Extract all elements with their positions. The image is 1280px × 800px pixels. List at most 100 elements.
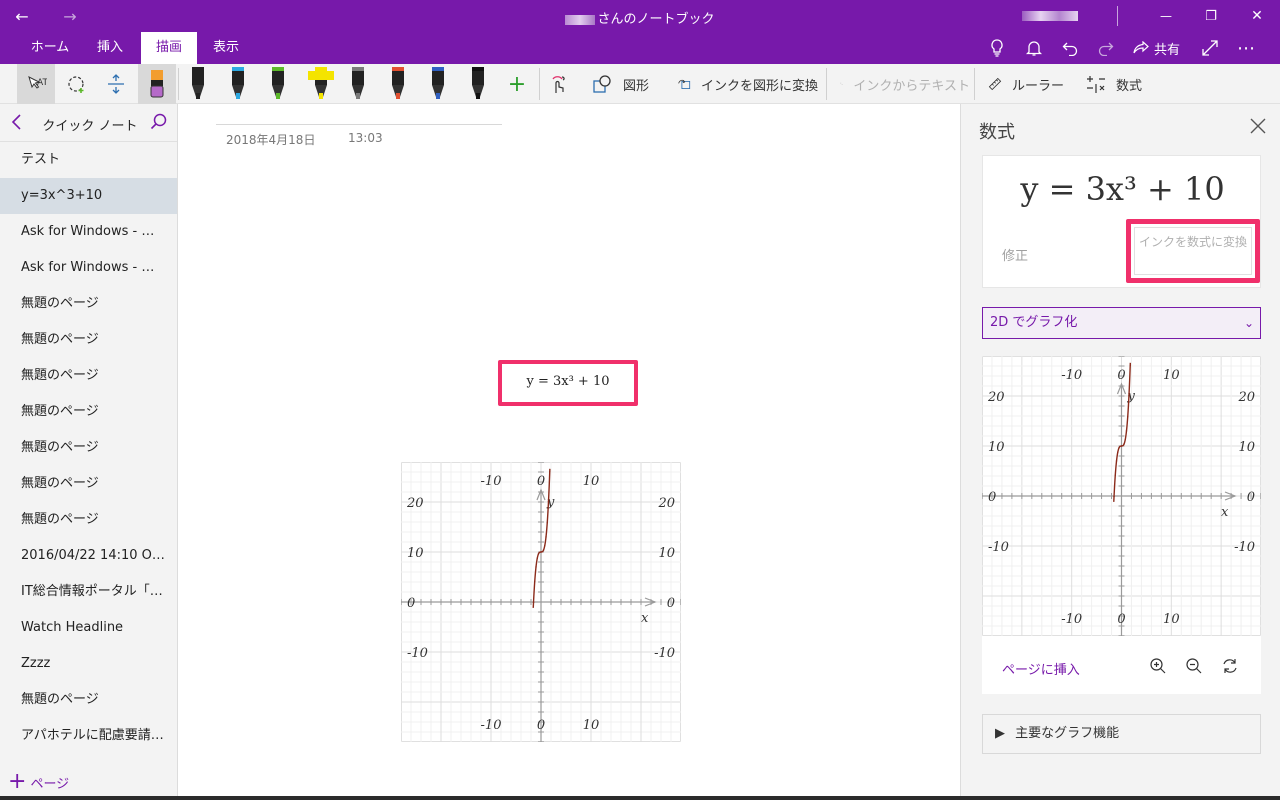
add-page-button[interactable]: + ページ (8, 771, 69, 793)
math-button[interactable]: 数式 (1086, 64, 1146, 104)
eraser-icon (150, 70, 164, 98)
draw-toolbar: AT + 図形 インクを図形に変換 Sa インクからテキスト ルーラー 数式 (0, 64, 1280, 104)
ruler-button[interactable]: ルーラー (988, 64, 1064, 104)
curve-point (532, 601, 535, 604)
curve-point (1125, 430, 1128, 432)
taskbar-edge (0, 796, 1280, 800)
touch-draw-tool[interactable] (546, 64, 572, 104)
close-pane-button[interactable] (1249, 116, 1267, 141)
minimize-button[interactable]: — (1146, 0, 1186, 32)
math-icon (1087, 76, 1105, 93)
note-canvas[interactable]: 2018年4月18日 13:03 y = 3x³ + 10 -10 -10 0 0 10… (178, 104, 960, 800)
tab-insert[interactable]: 挿入 (86, 32, 134, 64)
back-to-sections-button[interactable] (10, 113, 24, 135)
bell-icon[interactable] (1019, 36, 1049, 60)
page-list-item[interactable]: 無題のページ (0, 322, 177, 358)
tab-view[interactable]: 表示 (204, 32, 248, 64)
page-list-item[interactable]: Ask for Windows - Win... (0, 250, 177, 286)
pen-tool[interactable] (348, 64, 368, 104)
share-icon (1133, 41, 1149, 54)
zoom-out-icon (1186, 658, 1202, 674)
section-title: クイック ノート (42, 119, 138, 134)
convert-ink-to-math-button[interactable]: インクを数式に変換 (1134, 227, 1252, 275)
tab-draw[interactable]: 描画 (141, 32, 197, 64)
page-list-item[interactable]: Zzzz (0, 646, 177, 682)
page-list-item[interactable]: 2016/04/22 14:10 Offic... (0, 538, 177, 574)
curve-point (547, 500, 550, 503)
touch-draw-icon (552, 76, 565, 93)
equation-highlight[interactable]: y = 3x³ + 10 (498, 360, 638, 406)
page-list-item[interactable]: 無題のページ (0, 394, 177, 430)
fullscreen-icon[interactable] (1195, 36, 1225, 60)
redo-icon[interactable] (1091, 36, 1121, 60)
page-list-item[interactable]: 無題のページ (0, 466, 177, 502)
svg-text:AT: AT (37, 78, 47, 88)
graph-canvas[interactable]: -10 -10 0 0 10 10 20 20 10 10 0 0 -10 -10 x y (401, 462, 681, 742)
pen-tool[interactable] (228, 64, 248, 104)
curve-point (1115, 460, 1118, 462)
curve-point (1124, 438, 1126, 441)
toolbar-divider (178, 68, 179, 100)
y-tick-label-right: 20 (657, 496, 675, 511)
pen-tool[interactable] (468, 64, 488, 104)
curve-point (544, 544, 546, 547)
shapes-button[interactable]: 図形 (593, 64, 657, 104)
page-list-item[interactable]: IT総合情報ポータル「ITm... (0, 574, 177, 610)
search-button[interactable] (150, 113, 168, 135)
zoom-in-icon (1150, 658, 1166, 674)
x-tick-label-bottom: 10 (1163, 612, 1180, 627)
page-list-item[interactable]: 無題のページ (0, 286, 177, 322)
page-list-item[interactable]: 無題のページ (0, 358, 177, 394)
close-icon (1250, 118, 1266, 134)
add-pen-button[interactable]: + (506, 64, 528, 104)
title-bar: ← → さんのノートブック — ❐ ✕ (0, 0, 1280, 32)
ink-to-shape-button[interactable]: インクを図形に変換 (678, 64, 818, 104)
tab-home[interactable]: ホーム (24, 32, 76, 64)
insert-space-tool[interactable] (97, 64, 135, 104)
page-list-item[interactable]: y=3x^3+10 (0, 178, 177, 214)
convert-highlight: インクを数式に変換 (1126, 219, 1260, 283)
page-list-item[interactable]: Watch Headline (0, 610, 177, 646)
blurred-username (565, 14, 596, 25)
undo-icon[interactable] (1055, 36, 1085, 60)
y-tick-label-right: -10 (1234, 540, 1255, 555)
lightbulb-icon[interactable] (982, 36, 1012, 60)
y-tick-label-right: -10 (654, 646, 675, 661)
pen-tool[interactable] (268, 64, 288, 104)
page-list-item[interactable]: 無題のページ (0, 502, 177, 538)
page-list-item[interactable]: 無題のページ (0, 682, 177, 718)
lasso-type-tool[interactable]: AT (17, 64, 55, 104)
ink-to-text-button[interactable]: Sa インクからテキスト (840, 64, 970, 104)
lasso-select-tool[interactable] (58, 64, 96, 104)
key-graph-features-expander[interactable]: ▶ 主要なグラフ機能 (982, 714, 1261, 754)
page-list-item[interactable]: アパホテルに配慮要請＝... (0, 718, 177, 754)
graph-mode-select[interactable]: 2D でグラフ化 ⌄ (982, 307, 1261, 339)
pen-tool[interactable] (188, 64, 208, 104)
insert-to-page-button[interactable]: ページに挿入 (1002, 659, 1080, 678)
section-header: クイック ノート (0, 104, 177, 142)
page-list-item[interactable]: Ask for Windows - Win... (0, 214, 177, 250)
fix-button[interactable]: 修正 (1002, 245, 1028, 264)
highlighter-tool[interactable] (306, 64, 336, 104)
zoom-out-button[interactable] (1184, 656, 1204, 676)
pen-tool[interactable] (388, 64, 408, 104)
page-list-item[interactable]: 無題のページ (0, 430, 177, 466)
y-tick-label-left: 10 (988, 440, 1005, 455)
reset-view-button[interactable] (1220, 656, 1240, 676)
close-window-button[interactable]: ✕ (1237, 0, 1277, 32)
more-options-icon[interactable]: ⋯ (1231, 36, 1261, 60)
curve-point (546, 522, 548, 524)
graph-pane[interactable]: -10 -10 0 0 10 10 20 20 10 10 0 0 -10 -10 x y (982, 356, 1261, 636)
refresh-icon (1223, 659, 1237, 673)
zoom-in-button[interactable] (1148, 656, 1168, 676)
eraser-tool[interactable] (138, 64, 176, 104)
page-list-item[interactable]: テスト (0, 142, 177, 178)
curve-point (1122, 445, 1124, 447)
y-axis-label: y (1127, 389, 1136, 404)
blurred-account[interactable] (1022, 11, 1078, 21)
pen-tool[interactable] (428, 64, 448, 104)
restore-button[interactable]: ❐ (1191, 0, 1231, 32)
share-button[interactable]: 共有 (1133, 32, 1180, 64)
chevron-down-icon: ⌄ (1243, 316, 1254, 330)
type-select-icon: AT (28, 76, 47, 89)
